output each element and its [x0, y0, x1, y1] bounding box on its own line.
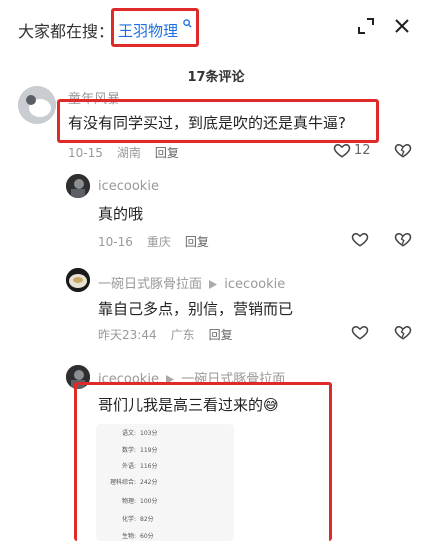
top-bar: 大家都在搜： 王羽物理 — [0, 0, 432, 50]
username[interactable]: 一碗日式豚骨拉面 — [98, 277, 202, 292]
comment-meta: 昨天23:44 广东 回复 — [98, 326, 247, 343]
avatar-image — [66, 268, 90, 292]
avatar-image — [18, 86, 56, 124]
score-row: 生物: 60分 — [121, 533, 154, 540]
broken-heart-icon[interactable] — [394, 323, 412, 341]
comment-text-row: 哥们儿我是高三看过来的😅 — [98, 394, 279, 415]
score-row: 数学: 119分 — [121, 447, 158, 454]
score-row: 语文: 103分 — [121, 430, 158, 437]
reply-button[interactable]: 回复 — [185, 235, 209, 249]
comment-text: 靠自己多点，别信，营销而已 — [98, 300, 294, 318]
comment-count: 17条评论 — [187, 70, 245, 85]
search-term-highlight[interactable]: 王羽物理 — [111, 8, 199, 47]
score-screenshot[interactable]: 语文: 103分 数学: 119分 外语: 116分 理科综合: 242分 物理: 100… — [96, 424, 234, 541]
score-row: 化学: 82分 — [121, 516, 154, 523]
avatar[interactable] — [66, 174, 90, 198]
avatar[interactable] — [18, 86, 56, 124]
triangle-arrow-icon — [209, 280, 218, 289]
comment-text: 真的哦 — [98, 205, 144, 223]
comment-location: 湖南 — [116, 146, 141, 160]
search-icon[interactable] — [183, 19, 192, 28]
comment-location: 重庆 — [146, 235, 171, 249]
heart-icon[interactable] — [351, 323, 369, 341]
reply-button[interactable]: 回复 — [209, 328, 233, 342]
avatar[interactable] — [66, 268, 90, 292]
sweat-smile-emoji: 😅 — [263, 396, 279, 414]
comment-location: 广东 — [170, 328, 195, 342]
heart-icon[interactable] — [333, 141, 351, 159]
broken-heart-icon[interactable] — [394, 141, 412, 159]
reply-to-username[interactable]: icecookie — [224, 277, 285, 292]
comment-text: 有没有同学买过，到底是吹的还是真牛逼? — [68, 114, 346, 132]
close-icon[interactable] — [392, 16, 412, 36]
comment-date: 10-16 — [98, 235, 133, 249]
reply-button[interactable]: 回复 — [155, 146, 179, 160]
comment-meta: 10-16 重庆 回复 — [98, 233, 223, 250]
comment-text: 哥们儿我是高三看过来的 — [98, 396, 264, 414]
username[interactable]: icecookie — [98, 179, 159, 194]
like-count: 12 — [354, 143, 371, 158]
search-prefix: 大家都在搜： — [18, 22, 115, 41]
reply-header: 一碗日式豚骨拉面 icecookie — [98, 273, 285, 292]
search-term[interactable]: 王羽物理 — [118, 20, 178, 41]
score-row: 物理: 100分 — [121, 498, 158, 505]
avatar-image — [66, 174, 90, 198]
expand-icon[interactable] — [356, 16, 376, 36]
comment-date: 昨天23:44 — [98, 328, 157, 342]
heart-icon[interactable] — [351, 230, 369, 248]
comment-meta: 10-15 湖南 回复 — [68, 144, 193, 161]
score-row: 外语: 116分 — [121, 463, 158, 470]
comment-date: 10-15 — [68, 146, 103, 160]
score-row: 理科综合: 242分 — [109, 479, 158, 486]
broken-heart-icon[interactable] — [394, 230, 412, 248]
